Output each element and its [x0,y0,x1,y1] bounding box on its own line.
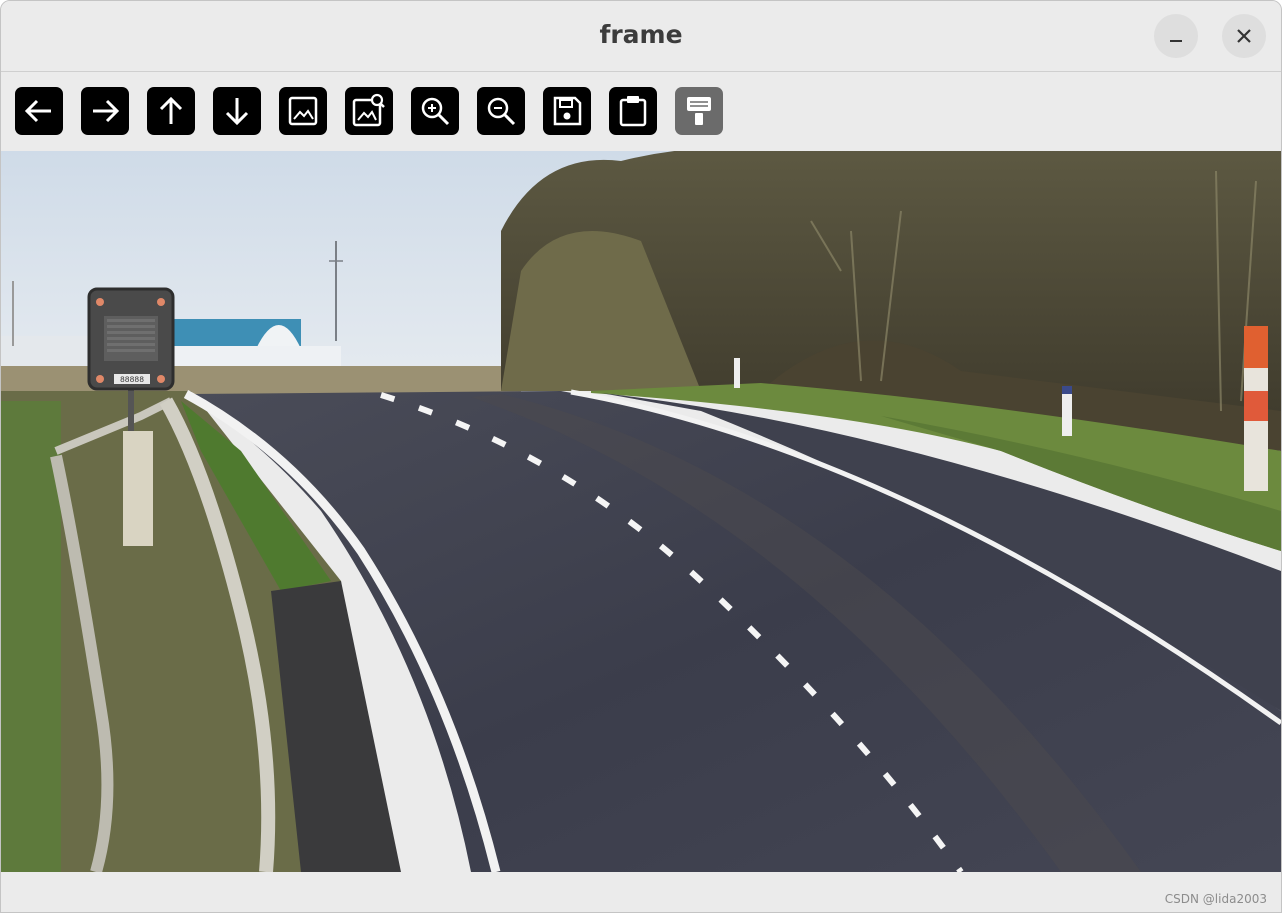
watermark-text: CSDN @lida2003 [1164,892,1267,906]
minimize-button[interactable] [1154,14,1198,58]
pan-down-button[interactable] [213,87,261,135]
arrow-down-icon [225,98,249,126]
zoom-in-button[interactable] [411,87,459,135]
save-icon [553,96,582,126]
properties-button[interactable] [675,87,723,135]
title-bar[interactable]: frame [1,1,1281,72]
paint-brush-icon [687,97,711,125]
window-title: frame [599,20,683,49]
copy-button[interactable] [609,87,657,135]
pan-right-button[interactable] [81,87,129,135]
zoom-fit-button[interactable] [279,87,327,135]
pan-left-button[interactable] [15,87,63,135]
close-icon [1237,29,1251,43]
zoom-original-button[interactable] [345,87,393,135]
image-view[interactable]: 88888 [1,151,1281,872]
status-bar: CSDN @lida2003 [1,872,1281,912]
zoom-out-icon [487,97,516,126]
arrow-up-icon [159,96,183,124]
minimize-icon [1170,40,1182,42]
road-photo: 88888 [1,151,1281,872]
zoom-out-button[interactable] [477,87,525,135]
sign-text: 88888 [120,376,144,385]
close-button[interactable] [1222,14,1266,58]
arrow-left-icon [24,99,51,123]
pan-up-button[interactable] [147,87,195,135]
save-button[interactable] [543,87,591,135]
zoom-in-icon [421,97,450,126]
app-window: frame 88888 CSDN @lida2003 [0,0,1282,913]
clipboard-icon [619,96,647,127]
image-icon [288,96,318,126]
arrow-right-icon [93,99,120,123]
image-search-icon [352,93,385,127]
toolbar [1,72,1281,150]
